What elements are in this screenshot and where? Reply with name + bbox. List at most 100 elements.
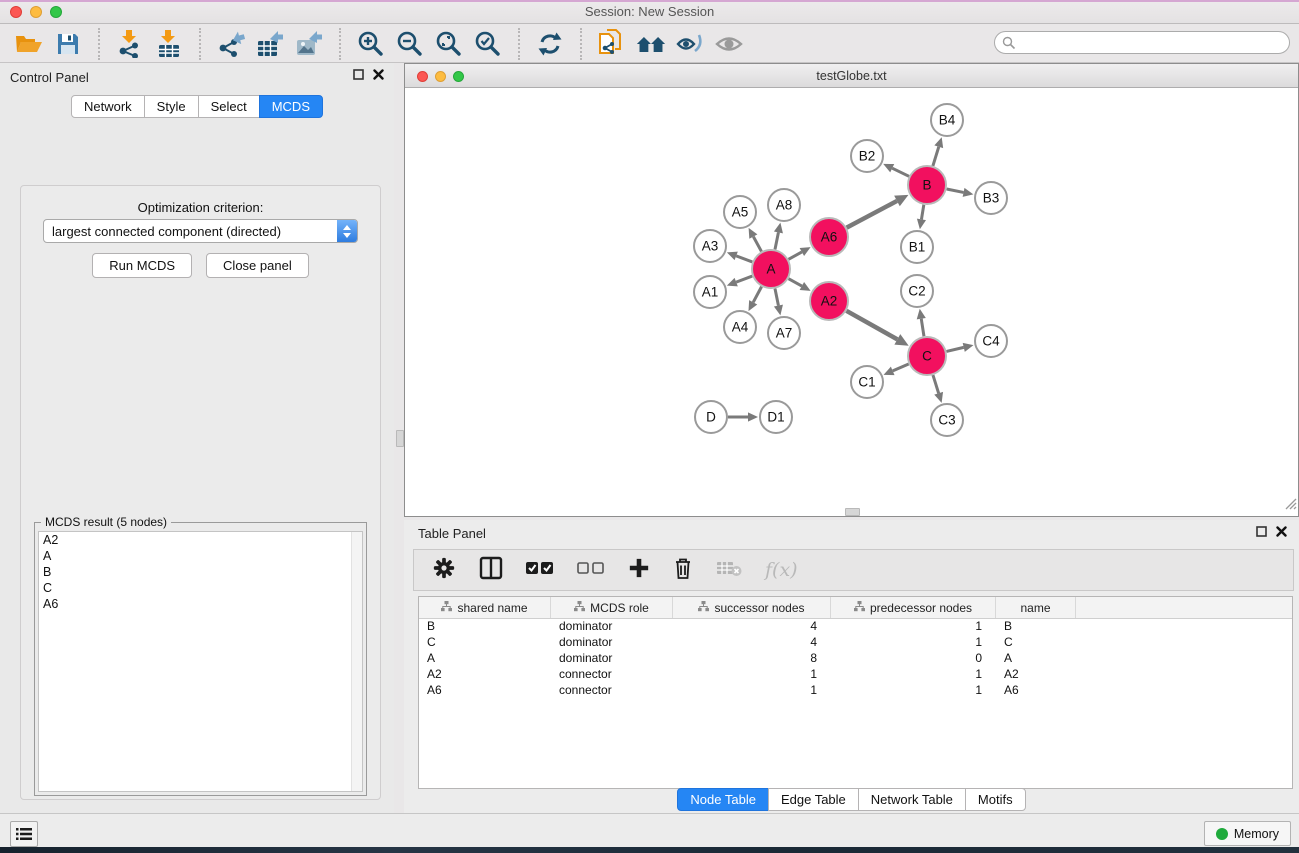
edge-A-A4[interactable] bbox=[753, 287, 761, 303]
graph-node-A5[interactable]: A5 bbox=[724, 196, 756, 228]
close-panel-icon[interactable] bbox=[373, 69, 384, 80]
mcds-result-item[interactable]: B bbox=[39, 564, 362, 580]
table-row[interactable]: Adominator80A bbox=[419, 651, 1292, 667]
tab-mcds[interactable]: MCDS bbox=[259, 95, 323, 118]
graph-node-C3[interactable]: C3 bbox=[931, 404, 963, 436]
edge-C-C2[interactable] bbox=[921, 319, 924, 337]
graph-node-D[interactable]: D bbox=[695, 401, 727, 433]
network-window-titlebar[interactable]: testGlobe.txt bbox=[405, 64, 1298, 88]
zoom-out-button[interactable] bbox=[395, 29, 425, 59]
splitter-handle[interactable] bbox=[396, 430, 404, 447]
table-row[interactable]: Bdominator41B bbox=[419, 619, 1292, 635]
zoom-in-button[interactable] bbox=[356, 29, 386, 59]
destroy-table-button[interactable] bbox=[716, 559, 742, 582]
edge-A-A6[interactable] bbox=[789, 252, 802, 259]
table-row[interactable]: A2connector11A2 bbox=[419, 667, 1292, 683]
close-panel-button[interactable]: Close panel bbox=[206, 253, 309, 278]
graph-node-A8[interactable]: A8 bbox=[768, 189, 800, 221]
run-mcds-button[interactable]: Run MCDS bbox=[92, 253, 192, 278]
table-cell[interactable]: 1 bbox=[831, 619, 996, 635]
create-column-button[interactable] bbox=[628, 557, 650, 584]
graph-node-C[interactable]: C bbox=[908, 337, 946, 375]
table-row[interactable]: Cdominator41C bbox=[419, 635, 1292, 651]
graph-node-B[interactable]: B bbox=[908, 166, 946, 204]
table-cell[interactable]: A bbox=[996, 651, 1076, 667]
open-file-button[interactable] bbox=[14, 29, 44, 59]
tab-edge-table[interactable]: Edge Table bbox=[768, 788, 859, 811]
graph-node-C1[interactable]: C1 bbox=[851, 366, 883, 398]
table-cell[interactable]: 4 bbox=[673, 635, 831, 651]
edge-A6-B[interactable] bbox=[847, 201, 897, 228]
tab-node-table[interactable]: Node Table bbox=[677, 788, 769, 811]
search-input[interactable] bbox=[1016, 32, 1289, 53]
memory-button[interactable]: Memory bbox=[1204, 821, 1291, 846]
table-row[interactable]: A6connector11A6 bbox=[419, 683, 1292, 699]
table-settings-button[interactable] bbox=[432, 556, 456, 585]
zoom-selected-button[interactable] bbox=[473, 29, 503, 59]
graph-node-A2[interactable]: A2 bbox=[810, 282, 848, 320]
network-canvas[interactable]: AA1A2A3A4A5A6A7A8BB1B2B3B4CC1C2C3C4DD1 bbox=[405, 88, 1298, 516]
table-cell[interactable]: 0 bbox=[831, 651, 996, 667]
table-cell[interactable]: C bbox=[996, 635, 1076, 651]
table-cell[interactable]: A6 bbox=[996, 683, 1076, 699]
table-cell[interactable]: 1 bbox=[831, 635, 996, 651]
edge-A-A1[interactable] bbox=[736, 276, 752, 282]
table-cell[interactable]: A6 bbox=[419, 683, 551, 699]
clone-network-button[interactable] bbox=[597, 29, 627, 59]
table-cell[interactable]: A2 bbox=[996, 667, 1076, 683]
edge-C-C3[interactable] bbox=[933, 375, 939, 393]
mcds-result-list[interactable]: A2ABCA6 bbox=[38, 531, 363, 792]
edge-B-B2[interactable] bbox=[892, 168, 909, 176]
edge-A2-C[interactable] bbox=[846, 311, 897, 340]
refresh-button[interactable] bbox=[535, 29, 565, 59]
graph-node-B2[interactable]: B2 bbox=[851, 140, 883, 172]
column-header-name[interactable]: name bbox=[996, 597, 1076, 618]
column-header-MCDS-role[interactable]: MCDS role bbox=[551, 597, 673, 618]
graph-node-A3[interactable]: A3 bbox=[694, 230, 726, 262]
table-cell[interactable]: dominator bbox=[551, 635, 673, 651]
export-network-button[interactable] bbox=[216, 29, 246, 59]
table-cell[interactable]: connector bbox=[551, 667, 673, 683]
edge-A-A7[interactable] bbox=[775, 289, 778, 306]
table-cell[interactable]: dominator bbox=[551, 619, 673, 635]
graph-node-A6[interactable]: A6 bbox=[810, 218, 848, 256]
table-cell[interactable]: B bbox=[996, 619, 1076, 635]
edge-C-C4[interactable] bbox=[946, 347, 963, 351]
edge-B-B1[interactable] bbox=[921, 205, 923, 220]
import-network-button[interactable] bbox=[115, 29, 145, 59]
tab-style[interactable]: Style bbox=[144, 95, 199, 118]
splitter-handle[interactable] bbox=[845, 508, 860, 516]
graph-node-A1[interactable]: A1 bbox=[694, 276, 726, 308]
table-cell[interactable]: 4 bbox=[673, 619, 831, 635]
first-neighbors-button[interactable] bbox=[636, 29, 666, 59]
graph-node-A4[interactable]: A4 bbox=[724, 311, 756, 343]
unselect-all-columns-button[interactable] bbox=[577, 561, 605, 580]
graph-node-B1[interactable]: B1 bbox=[901, 231, 933, 263]
edge-B-B4[interactable] bbox=[933, 147, 939, 166]
graph-node-C4[interactable]: C4 bbox=[975, 325, 1007, 357]
table-cell[interactable]: connector bbox=[551, 683, 673, 699]
hide-selected-button[interactable] bbox=[675, 29, 705, 59]
edge-A-A3[interactable] bbox=[736, 256, 752, 262]
function-builder-button[interactable]: f(x) bbox=[765, 559, 798, 581]
graph-node-C2[interactable]: C2 bbox=[901, 275, 933, 307]
delete-column-button[interactable] bbox=[673, 556, 693, 585]
graph-node-B3[interactable]: B3 bbox=[975, 182, 1007, 214]
edge-A-A2[interactable] bbox=[789, 279, 802, 286]
criterion-select[interactable]: largest connected component (directed) bbox=[43, 219, 358, 243]
table-cell[interactable]: 1 bbox=[673, 667, 831, 683]
edge-B-B3[interactable] bbox=[947, 189, 964, 192]
edge-A-A5[interactable] bbox=[753, 237, 761, 252]
mcds-result-item[interactable]: A2 bbox=[39, 532, 362, 548]
graph-node-A[interactable]: A bbox=[752, 250, 790, 288]
panel-menu-button[interactable] bbox=[10, 821, 38, 847]
table-cell[interactable]: 1 bbox=[831, 667, 996, 683]
graph-node-B4[interactable]: B4 bbox=[931, 104, 963, 136]
column-header-shared-name[interactable]: shared name bbox=[419, 597, 551, 618]
table-cell[interactable]: B bbox=[419, 619, 551, 635]
edge-C-C1[interactable] bbox=[893, 364, 909, 371]
graph-node-D1[interactable]: D1 bbox=[760, 401, 792, 433]
float-panel-icon[interactable] bbox=[353, 69, 364, 80]
table-cell[interactable]: 1 bbox=[831, 683, 996, 699]
float-panel-icon[interactable] bbox=[1256, 526, 1267, 537]
